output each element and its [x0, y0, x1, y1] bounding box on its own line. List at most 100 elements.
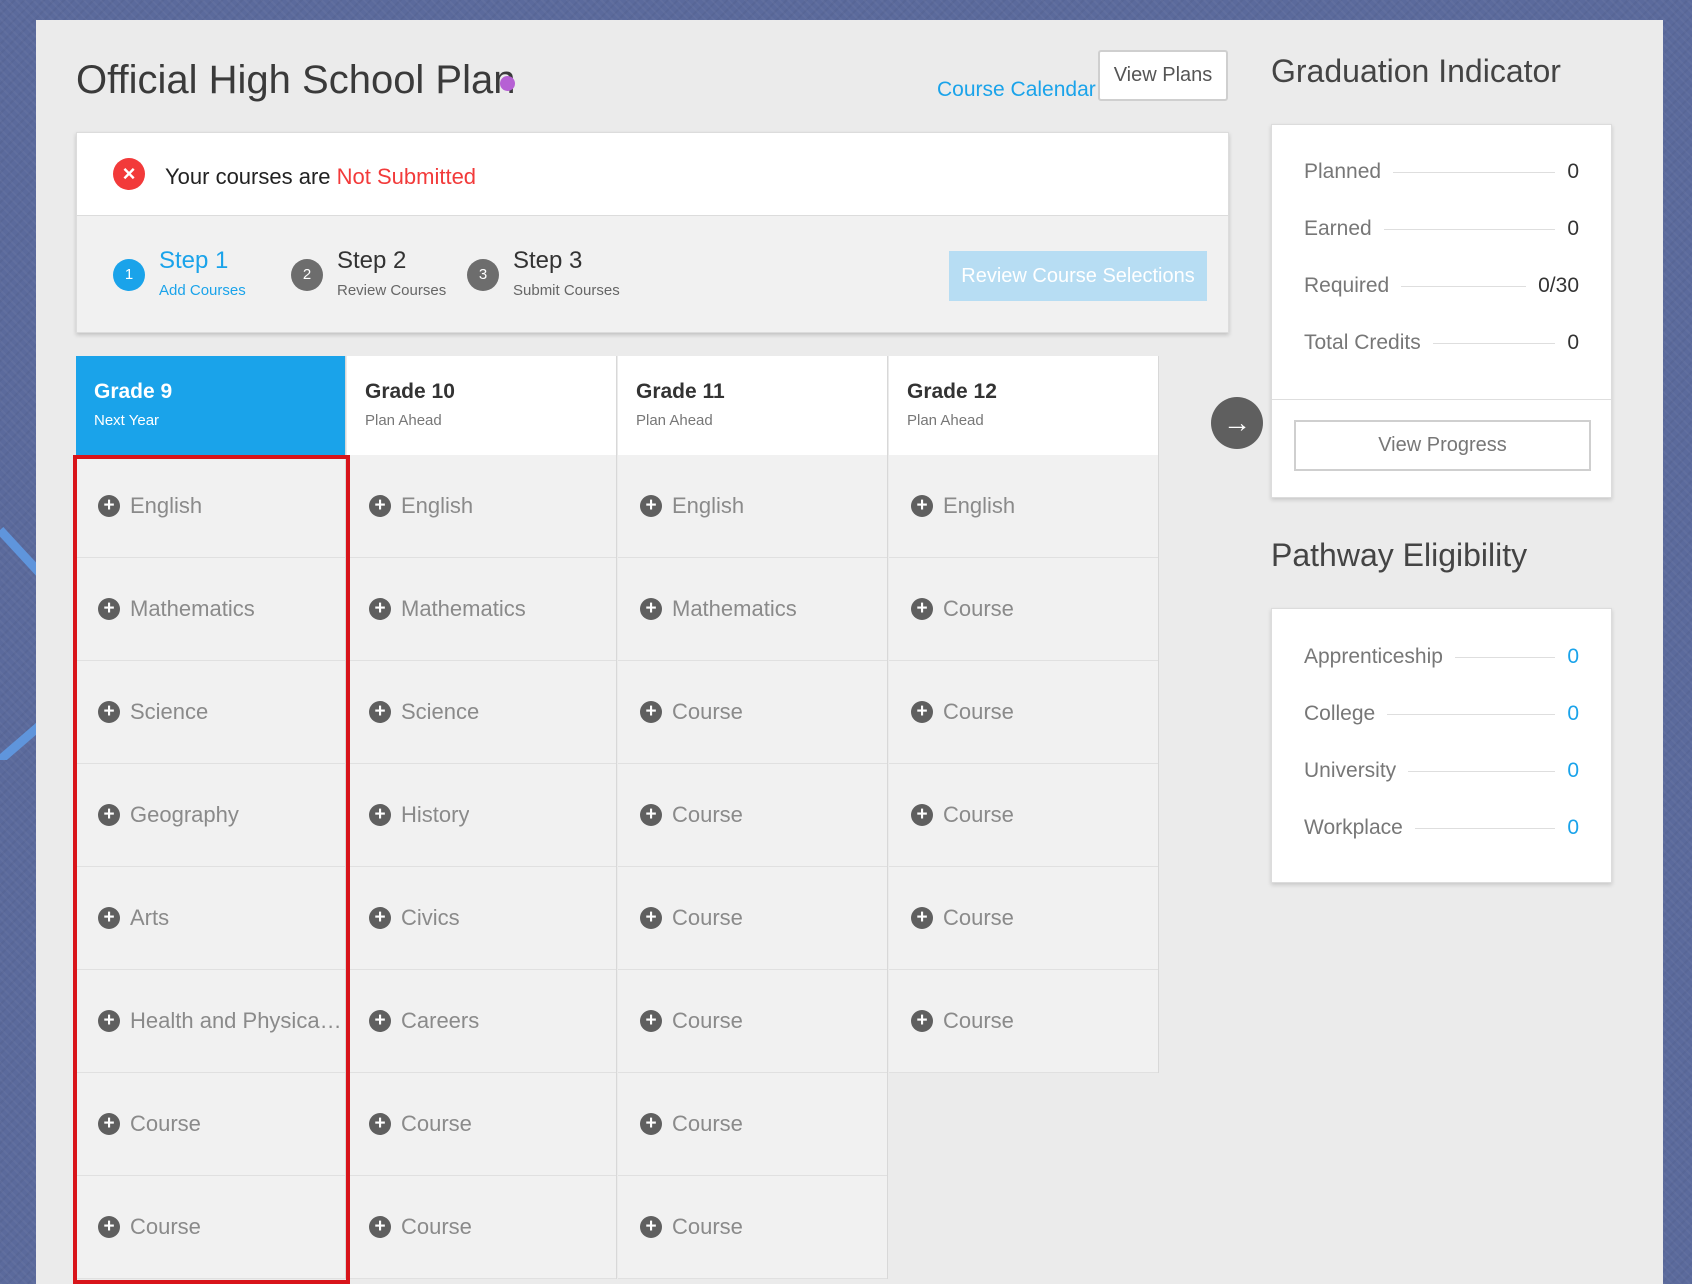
course-slot-label: History: [401, 802, 470, 827]
grade-tab-9[interactable]: Grade 9 Next Year: [76, 356, 345, 455]
metric-label: College: [1304, 702, 1376, 725]
add-course-slot[interactable]: + English: [347, 455, 616, 558]
course-slot-label: English: [943, 493, 1016, 518]
add-course-slot[interactable]: + English: [76, 455, 345, 558]
add-course-slot[interactable]: + History: [347, 764, 616, 867]
pathway-college: College 0: [1304, 699, 1579, 729]
plus-circle-icon: +: [911, 907, 933, 929]
plus-circle-icon: +: [369, 598, 391, 620]
add-course-slot[interactable]: + Course: [618, 970, 887, 1073]
course-slot-label: Course: [943, 802, 1014, 827]
pathway-university: University 0: [1304, 756, 1579, 786]
pathway-apprenticeship: Apprenticeship 0: [1304, 642, 1579, 672]
add-course-slot[interactable]: + Mathematics: [76, 558, 345, 661]
add-course-slot[interactable]: + Mathematics: [347, 558, 616, 661]
plus-circle-icon: +: [911, 701, 933, 723]
step-title: Step 3: [513, 247, 583, 274]
plus-circle-icon: +: [98, 804, 120, 826]
grade-tab-12[interactable]: Grade 12 Plan Ahead: [889, 356, 1158, 455]
grade-column-9: Grade 9 Next Year + English + Mathematics + Sci…: [76, 356, 346, 1279]
metric-label: Total Credits: [1304, 331, 1421, 354]
add-course-slot[interactable]: + Course: [618, 1073, 887, 1176]
add-course-slot[interactable]: + Course: [889, 661, 1158, 764]
add-course-slot[interactable]: + English: [889, 455, 1158, 558]
grade-tab-10[interactable]: Grade 10 Plan Ahead: [347, 356, 616, 455]
add-course-slot[interactable]: + Course: [76, 1176, 345, 1279]
metric-leader-line: [1393, 171, 1556, 173]
step-subtitle: Submit Courses: [513, 282, 620, 299]
add-course-slot[interactable]: + Course: [889, 867, 1158, 970]
course-slot-label: Course: [672, 905, 743, 930]
add-course-slot[interactable]: + Civics: [347, 867, 616, 970]
plus-circle-icon: +: [640, 1113, 662, 1135]
step-number-badge: 3: [467, 259, 499, 291]
plus-circle-icon: +: [911, 598, 933, 620]
metric-value: 0: [1567, 217, 1579, 240]
pathway-eligibility-card: Apprenticeship 0 College 0 University 0 …: [1271, 608, 1612, 883]
review-course-selections-button[interactable]: Review Course Selections: [949, 251, 1207, 301]
add-course-slot[interactable]: + Course: [889, 970, 1158, 1073]
metric-leader-line: [1414, 827, 1556, 829]
status-prefix: Your courses are: [165, 164, 331, 189]
course-slot-label: Course: [943, 596, 1014, 621]
add-course-slot[interactable]: + Course: [889, 558, 1158, 661]
grade-column-11: Grade 11 Plan Ahead + English + Mathematics + C…: [618, 356, 888, 1279]
grade-title: Grade 11: [636, 380, 725, 403]
plus-circle-icon: +: [98, 701, 120, 723]
add-course-slot[interactable]: + Science: [76, 661, 345, 764]
add-course-slot[interactable]: + Course: [618, 1176, 887, 1279]
course-slot-label: Course: [672, 1111, 743, 1136]
step-title: Step 1: [159, 247, 229, 274]
metric-value: 0: [1567, 759, 1579, 782]
add-course-slot[interactable]: + Careers: [347, 970, 616, 1073]
grade-subtitle: Plan Ahead: [907, 412, 984, 429]
graduation-indicator-card: Planned 0 Earned 0 Required 0/30 Total C…: [1271, 124, 1612, 498]
metric-value: 0: [1567, 160, 1579, 183]
add-course-slot[interactable]: + Course: [889, 764, 1158, 867]
grade-subtitle: Plan Ahead: [636, 412, 713, 429]
add-course-slot[interactable]: + Health and Physical Education: [76, 970, 345, 1073]
grade-column-12: Grade 12 Plan Ahead + English + Course + Course…: [889, 356, 1159, 1073]
add-course-slot[interactable]: + Course: [347, 1073, 616, 1176]
grade-column-10: Grade 10 Plan Ahead + English + Mathematics + S…: [347, 356, 617, 1279]
plus-circle-icon: +: [640, 701, 662, 723]
course-slot-label: Course: [943, 699, 1014, 724]
add-course-slot[interactable]: + Science: [347, 661, 616, 764]
plus-circle-icon: +: [640, 1010, 662, 1032]
add-course-slot[interactable]: + Course: [618, 867, 887, 970]
step-subtitle: Review Courses: [337, 282, 447, 299]
view-plans-button[interactable]: View Plans: [1098, 50, 1228, 101]
course-slot-label: Course: [130, 1214, 201, 1239]
app-frame: Official High School Plan Course Calenda…: [36, 20, 1663, 1284]
error-icon: ×: [113, 158, 145, 190]
course-slot-label: Course: [401, 1214, 472, 1239]
plus-circle-icon: +: [369, 804, 391, 826]
metric-leader-line: [1454, 656, 1556, 658]
add-course-slot[interactable]: + Course: [618, 764, 887, 867]
graduation-indicator-heading: Graduation Indicator: [1271, 53, 1561, 89]
step-number-badge: 1: [113, 259, 145, 291]
course-calendar-link[interactable]: Course Calendar: [937, 78, 1096, 102]
metric-label: Earned: [1304, 217, 1372, 240]
add-course-slot[interactable]: + Geography: [76, 764, 345, 867]
add-course-slot[interactable]: + Course: [347, 1176, 616, 1279]
course-slot-label: Course: [943, 1008, 1014, 1033]
add-course-slot[interactable]: + Course: [76, 1073, 345, 1176]
next-grade-arrow-icon[interactable]: →: [1211, 397, 1263, 449]
add-course-slot[interactable]: + Course: [618, 661, 887, 764]
add-course-slot[interactable]: + English: [618, 455, 887, 558]
course-slot-label: Science: [130, 699, 209, 724]
view-progress-button[interactable]: View Progress: [1294, 420, 1591, 471]
plus-circle-icon: +: [369, 907, 391, 929]
status-dot: [500, 76, 515, 91]
grade-tab-11[interactable]: Grade 11 Plan Ahead: [618, 356, 887, 455]
plus-circle-icon: +: [640, 804, 662, 826]
add-course-slot[interactable]: + Mathematics: [618, 558, 887, 661]
course-slot-label: Course: [130, 1111, 201, 1136]
course-slot-label: Course: [672, 1214, 743, 1239]
grade-title: Grade 9: [94, 380, 173, 403]
plus-circle-icon: +: [911, 495, 933, 517]
course-slot-label: Arts: [130, 905, 170, 930]
add-course-slot[interactable]: + Arts: [76, 867, 345, 970]
plus-circle-icon: +: [640, 907, 662, 929]
